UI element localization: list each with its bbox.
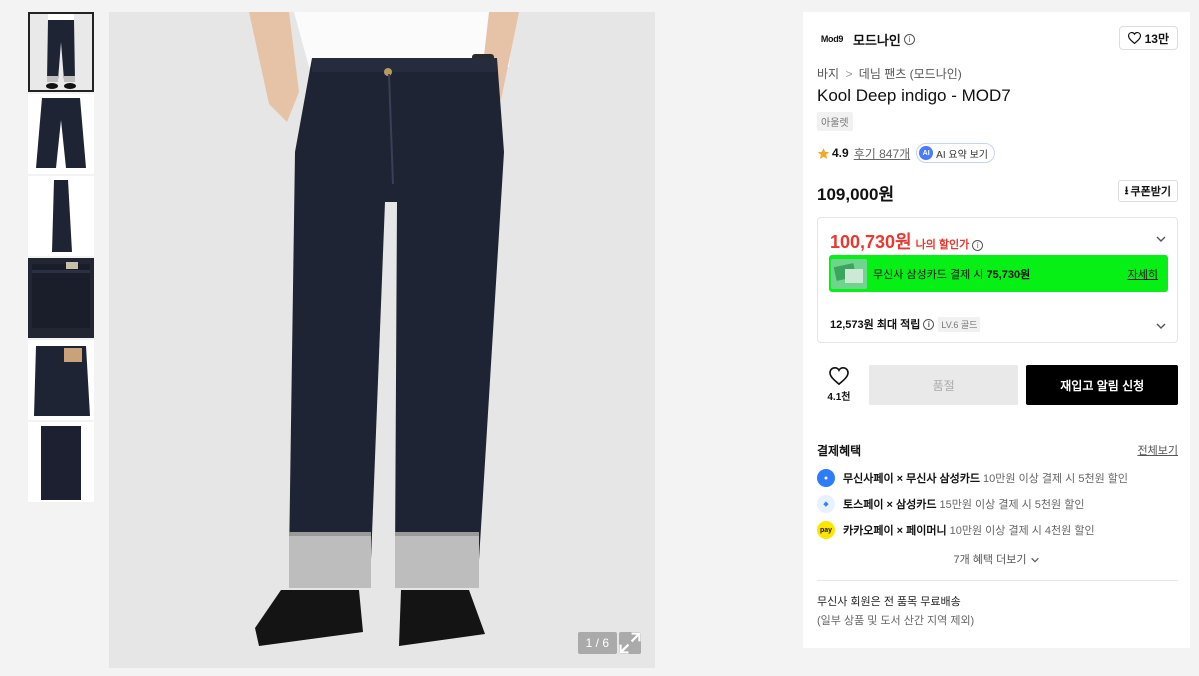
thumbnail-4[interactable] — [28, 258, 94, 338]
like-count: 4.1천 — [827, 392, 851, 403]
shipping-note: (일부 상품 및 도서 산간 지역 제외) — [817, 615, 975, 627]
expand-icon[interactable] — [619, 632, 641, 654]
breadcrumb-separator: > — [845, 67, 853, 81]
rating-row: 4.9 후기 847개 AI AI 요약 보기 — [817, 143, 995, 163]
main-product-image: 1 / 6 — [109, 12, 655, 668]
see-all-link[interactable]: 전체보기 — [1138, 442, 1178, 458]
benefit-name: 카카오페이 × 페이머니 — [843, 525, 947, 537]
breadcrumb: 바지 > 데님 팬츠 (모드나인) — [817, 65, 962, 82]
brand-row: Mod9 모드나인 i 13만 — [817, 26, 1178, 52]
ai-icon: AI — [919, 146, 934, 160]
soldout-button: 품절 — [868, 365, 1019, 405]
thumbnail-3[interactable] — [28, 176, 94, 256]
ai-summary-button[interactable]: AI AI 요약 보기 — [916, 143, 995, 163]
more-benefits-label: 7개 혜택 더보기 — [953, 554, 1027, 566]
review-link[interactable]: 후기 847개 — [854, 145, 910, 162]
brand-like-count: 13만 — [1144, 31, 1169, 46]
divider — [817, 580, 1178, 581]
chevron-down-icon[interactable] — [1155, 320, 1167, 332]
more-benefits-button[interactable]: 7개 혜택 더보기 — [803, 551, 1190, 567]
ai-summary-label: AI 요약 보기 — [936, 149, 988, 161]
my-discount-row: 100,730원 나의 할인가 i — [830, 228, 984, 254]
outlet-tag: 아울렛 — [817, 112, 853, 131]
breadcrumb-subcategory[interactable]: 데님 팬츠 (모드나인) — [859, 67, 962, 81]
breadcrumb-category[interactable]: 바지 — [817, 67, 839, 81]
image-counter: 1 / 6 — [577, 632, 617, 654]
thumbnail-6[interactable] — [28, 422, 94, 502]
info-icon[interactable]: i — [903, 33, 915, 45]
benefit-item: pay 카카오페이 × 페이머니 10만원 이상 결제 시 4천원 할인 — [817, 521, 1095, 539]
benefit-item: ◆ 토스페이 × 삼성카드 15만원 이상 결제 시 5천원 할인 — [817, 495, 1084, 513]
card-promo-text: 무신사 삼성카드 결제 시 75,730원 — [873, 266, 1030, 282]
toss-pay-icon: ◆ — [817, 495, 835, 513]
rating-value: 4.9 — [832, 146, 849, 160]
thumbnail-list — [28, 12, 94, 504]
coupon-button[interactable]: ⭳ 쿠폰받기 — [1117, 180, 1178, 202]
brand-logo[interactable]: Mod9 — [817, 26, 847, 52]
coupon-label: 쿠폰받기 — [1130, 186, 1171, 198]
kakao-pay-icon: pay — [817, 521, 835, 539]
download-icon: ⭳ — [1124, 184, 1129, 197]
benefit-detail: 10만원 이상 결제 시 4천원 할인 — [949, 525, 1095, 537]
discount-box: 100,730원 나의 할인가 i 무신사 삼성카드 결제 시 75,730원 … — [817, 217, 1178, 343]
thumbnail-2[interactable] — [28, 94, 94, 174]
chevron-down-icon — [1030, 558, 1039, 563]
brand-name[interactable]: 모드나인 — [853, 30, 901, 49]
level-badge: LV.6 골드 — [938, 316, 981, 332]
points-row: 12,573원 최대 적립 i LV.6 골드 — [830, 316, 981, 332]
benefits-heading: 결제혜택 — [817, 444, 862, 458]
product-price: 109,000원 — [817, 185, 895, 204]
heart-icon — [829, 367, 849, 385]
benefit-detail: 10만원 이상 결제 시 5천원 할인 — [983, 473, 1128, 485]
info-icon[interactable]: i — [923, 318, 935, 330]
brand-like-button[interactable]: 13만 — [1118, 26, 1178, 50]
thumbnail-5[interactable] — [28, 340, 94, 420]
card-promo-banner[interactable]: 무신사 삼성카드 결제 시 75,730원 자세히 — [829, 255, 1168, 292]
points-text: 12,573원 최대 적립 — [830, 319, 921, 331]
action-row: 4.1천 품절 재입고 알림 신청 — [817, 365, 1178, 405]
info-icon[interactable]: i — [972, 240, 984, 251]
my-discount-price: 100,730원 — [830, 232, 912, 252]
benefit-name: 무신사페이 × 무신사 삼성카드 — [843, 473, 981, 485]
thumbnail-1[interactable] — [28, 12, 94, 92]
card-image — [831, 258, 867, 289]
heart-icon — [1127, 32, 1141, 44]
my-discount-label: 나의 할인가 — [915, 239, 970, 251]
shipping-info: 무신사 회원은 전 품목 무료배송 — [817, 596, 961, 608]
chevron-down-icon[interactable] — [1155, 233, 1167, 245]
product-info-panel: Mod9 모드나인 i 13만 바지 > 데님 팬츠 (모드나인) Kool D… — [803, 12, 1190, 648]
card-promo-price: 75,730원 — [986, 268, 1031, 281]
product-title: Kool Deep indigo - MOD7 — [817, 86, 1011, 105]
benefit-item: ● 무신사페이 × 무신사 삼성카드 10만원 이상 결제 시 5천원 할인 — [817, 469, 1128, 487]
restock-alert-button[interactable]: 재입고 알림 신청 — [1026, 365, 1178, 405]
jeans-photo — [109, 12, 655, 668]
musinsa-pay-icon: ● — [817, 469, 835, 487]
card-promo-desc: 무신사 삼성카드 결제 시 — [873, 268, 984, 281]
benefit-name: 토스페이 × 삼성카드 — [843, 499, 937, 511]
benefit-detail: 15만원 이상 결제 시 5천원 할인 — [939, 499, 1085, 511]
card-details-link[interactable]: 자세히 — [1128, 266, 1158, 282]
like-button[interactable]: 4.1천 — [817, 365, 861, 405]
star-icon — [817, 147, 830, 159]
